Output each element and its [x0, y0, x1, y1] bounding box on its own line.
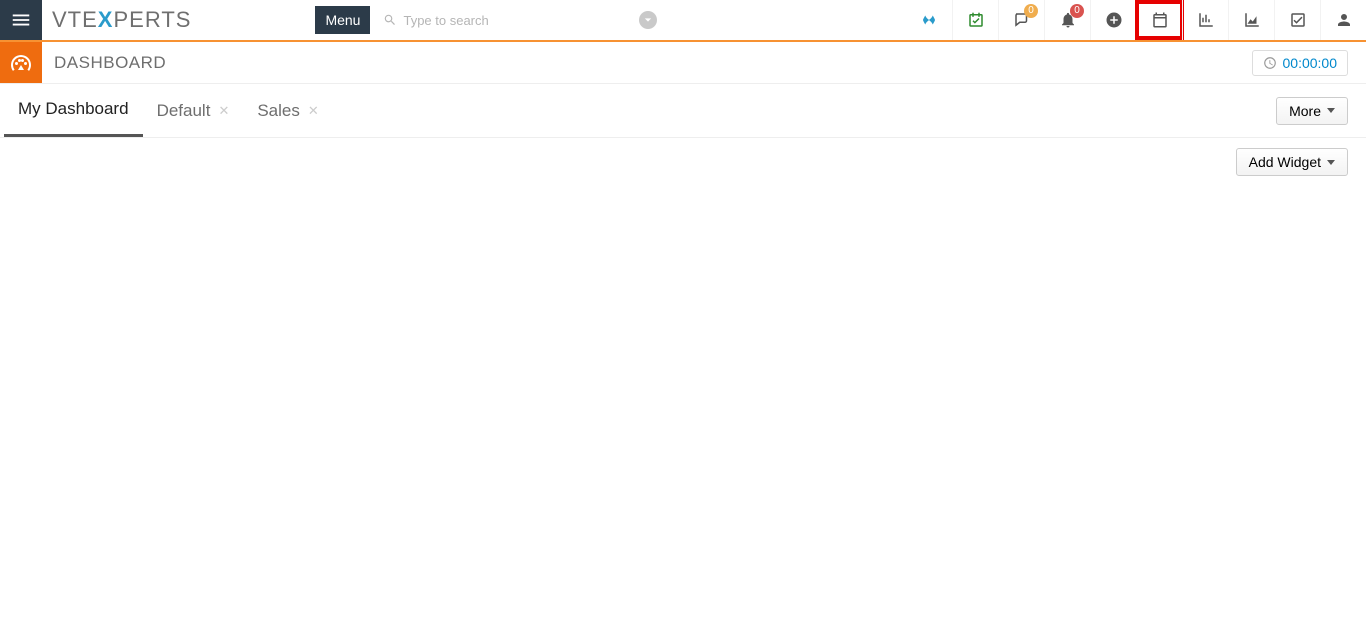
- module-title: DASHBOARD: [42, 42, 166, 83]
- clock-icon: [1263, 56, 1277, 70]
- logo-part-left: VTE: [52, 7, 98, 33]
- dashboard-module-icon[interactable]: [0, 42, 42, 83]
- global-search[interactable]: [374, 6, 664, 34]
- module-header: DASHBOARD 00:00:00: [0, 42, 1366, 84]
- calendar-check-icon: [967, 11, 985, 29]
- app-switcher-icon: [920, 11, 938, 29]
- tab-sales[interactable]: Sales ✕: [243, 84, 332, 137]
- chat-icon-cell[interactable]: 0: [998, 0, 1044, 40]
- more-button[interactable]: More: [1276, 97, 1348, 125]
- notifications-badge: 0: [1070, 4, 1084, 18]
- dashboard-content: [0, 186, 1366, 586]
- search-icon: [383, 13, 397, 27]
- timer-button[interactable]: 00:00:00: [1252, 50, 1349, 76]
- header-icons: 0 0: [906, 0, 1366, 40]
- add-widget-label: Add Widget: [1249, 154, 1321, 170]
- caret-down-icon: [1327, 108, 1335, 113]
- logo-part-right: PERTS: [113, 7, 191, 33]
- tab-label: Default: [157, 101, 211, 121]
- caret-down-icon: [1327, 160, 1335, 165]
- area-chart-icon-cell[interactable]: [1228, 0, 1274, 40]
- hamburger-menu[interactable]: [0, 0, 42, 40]
- search-input[interactable]: [403, 13, 639, 28]
- quick-create-icon-cell[interactable]: [1090, 0, 1136, 40]
- tab-label: Sales: [257, 101, 300, 121]
- gauge-icon: [9, 51, 33, 75]
- user-icon: [1335, 11, 1353, 29]
- tasks-icon-cell[interactable]: [1274, 0, 1320, 40]
- tab-default[interactable]: Default ✕: [143, 84, 244, 137]
- chat-badge: 0: [1024, 4, 1038, 18]
- app-switcher-icon-cell[interactable]: [906, 0, 952, 40]
- bar-chart-icon: [1197, 11, 1215, 29]
- calendar-green-icon-cell[interactable]: [952, 0, 998, 40]
- add-widget-button[interactable]: Add Widget: [1236, 148, 1348, 176]
- user-icon-cell[interactable]: [1320, 0, 1366, 40]
- tab-label: My Dashboard: [18, 99, 129, 119]
- top-navbar: VTEXPERTS Menu 0 0: [0, 0, 1366, 42]
- close-icon[interactable]: ✕: [218, 103, 229, 119]
- notifications-icon-cell[interactable]: 0: [1044, 0, 1090, 40]
- chevron-down-icon: [644, 16, 652, 24]
- app-logo[interactable]: VTEXPERTS: [42, 0, 205, 40]
- hamburger-icon: [10, 9, 32, 31]
- checkbox-icon: [1289, 11, 1307, 29]
- widget-toolbar: Add Widget: [0, 138, 1366, 186]
- dashboard-tabs: My Dashboard Default ✕ Sales ✕ More: [0, 84, 1366, 138]
- plus-circle-icon: [1105, 11, 1123, 29]
- close-icon[interactable]: ✕: [308, 103, 319, 119]
- calendar-icon: [1151, 11, 1169, 29]
- more-label: More: [1289, 103, 1321, 119]
- bar-chart-icon-cell[interactable]: [1182, 0, 1228, 40]
- search-dropdown-toggle[interactable]: [639, 11, 657, 29]
- menu-button[interactable]: Menu: [315, 6, 370, 34]
- calendar-icon-cell[interactable]: [1136, 0, 1182, 40]
- tab-my-dashboard[interactable]: My Dashboard: [4, 84, 143, 137]
- area-chart-icon: [1243, 11, 1261, 29]
- logo-part-x: X: [98, 7, 114, 33]
- timer-value: 00:00:00: [1283, 55, 1338, 71]
